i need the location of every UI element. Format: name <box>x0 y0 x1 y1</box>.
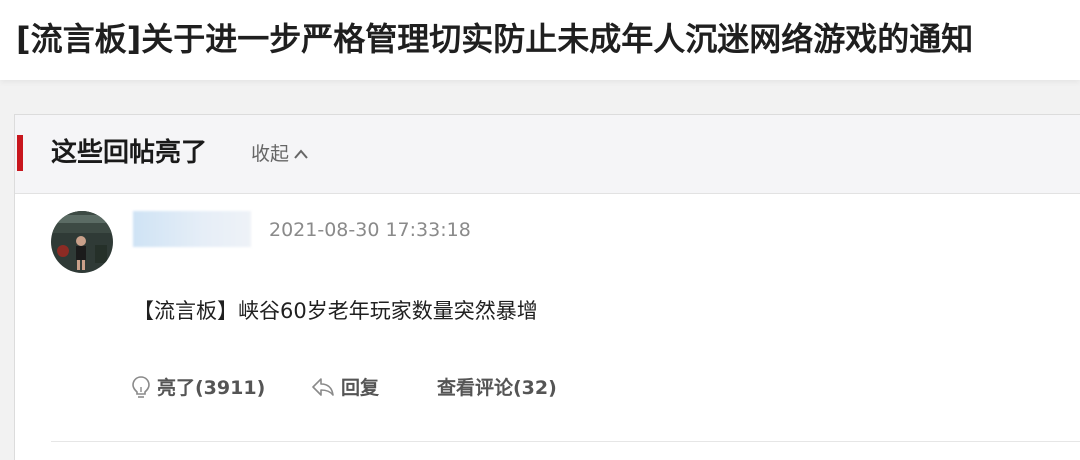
light-label: 亮了(3911) <box>157 377 266 399</box>
reply-content: 【流言板】峡谷60岁老年玩家数量突然暴增 <box>133 299 538 323</box>
post-timestamp: 2021-08-30 17:33:18 <box>269 219 471 241</box>
reply-arrow-icon <box>311 377 341 399</box>
chevron-up-icon <box>293 142 309 168</box>
section-accent-bar <box>17 135 23 171</box>
view-comments-label: 查看评论(32) <box>437 377 557 399</box>
hot-replies-card: 这些回帖亮了 收起 2021-08-30 17:33:18 【流言板】峡谷60岁… <box>14 114 1080 460</box>
collapse-button[interactable]: 收起 <box>251 141 309 168</box>
collapse-label: 收起 <box>251 143 290 165</box>
view-comments-button[interactable]: 查看评论(32) <box>437 373 557 403</box>
page-title: [流言板]关于进一步严格管理切实防止未成年人沉迷网络游戏的通知 <box>16 20 974 58</box>
section-header: 这些回帖亮了 收起 <box>15 115 1080 194</box>
reply-button[interactable]: 回复 <box>311 373 379 403</box>
lightbulb-icon <box>131 375 157 399</box>
username-blurred[interactable] <box>133 211 251 247</box>
title-bar: [流言板]关于进一步严格管理切实防止未成年人沉迷网络游戏的通知 <box>0 0 1080 80</box>
reply-label: 回复 <box>341 377 380 399</box>
avatar[interactable] <box>51 211 113 273</box>
reply-divider <box>51 441 1080 442</box>
section-title: 这些回帖亮了 <box>51 138 208 168</box>
light-button[interactable]: 亮了(3911) <box>131 373 265 403</box>
